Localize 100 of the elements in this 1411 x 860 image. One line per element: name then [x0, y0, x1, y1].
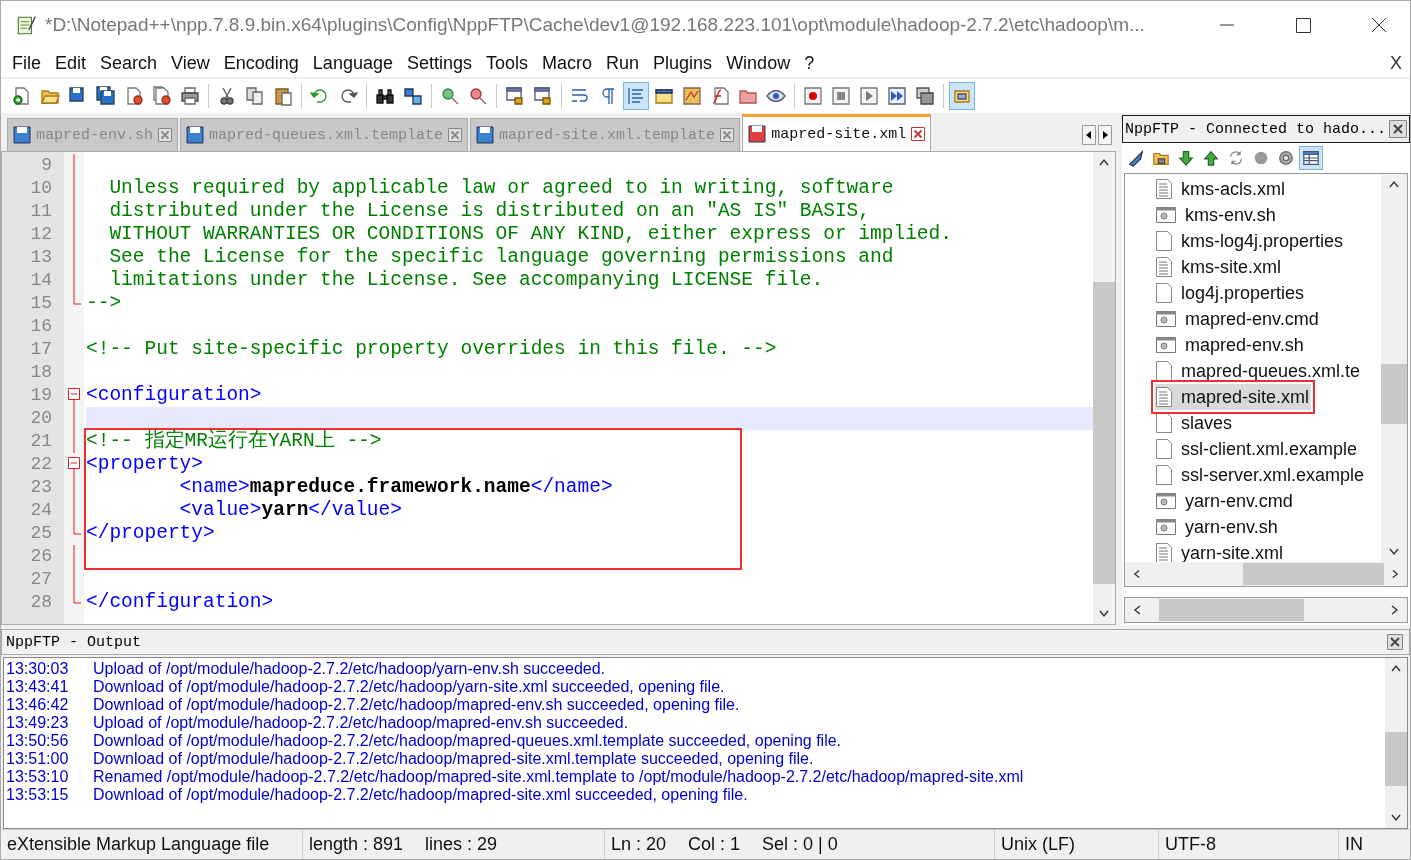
- scroll-up-icon[interactable]: [1389, 180, 1399, 188]
- fold-end-line: [73, 522, 81, 535]
- tree-item[interactable]: yarn-env.cmd: [1155, 488, 1295, 514]
- scroll-left-button[interactable]: [1082, 125, 1096, 145]
- log-message: Upload of /opt/module/hadoop-2.7.2/etc/hadoop/mapred-env.sh succeeded.: [93, 714, 629, 732]
- scrollbar-thumb[interactable]: [1381, 364, 1407, 424]
- file-tab[interactable]: mapred-site.xml: [742, 114, 932, 151]
- tree-item[interactable]: kms-acls.xml: [1155, 176, 1287, 202]
- tree-item[interactable]: log4j.properties: [1155, 280, 1307, 306]
- log-time: 13:51:00: [5, 750, 70, 768]
- log-message: Download of /opt/module/hadoop-2.7.2/etc/hadoop/yarn-site.xml succeeded, opening file.: [93, 678, 725, 696]
- status-text: Sel : 0 | 0: [762, 834, 838, 855]
- close-icon[interactable]: [1389, 120, 1407, 138]
- menu-item[interactable]: View: [164, 52, 217, 74]
- code-text: <name>: [178, 476, 250, 498]
- code-text: distributed under the License is distributed on an "AS IS" BASIS,: [108, 200, 871, 222]
- fold-end-line: [73, 591, 81, 604]
- scrollbar-thumb[interactable]: [1093, 282, 1115, 584]
- line-number: 27: [29, 568, 53, 591]
- code-text: <configuration>: [86, 384, 262, 406]
- tree-item[interactable]: ssl-client.xml.example: [1155, 436, 1360, 462]
- close-icon[interactable]: [1387, 634, 1403, 650]
- menu-item[interactable]: Search: [93, 52, 165, 74]
- menu-item[interactable]: Plugins: [646, 52, 720, 74]
- menu-item[interactable]: Tools: [479, 52, 536, 74]
- scroll-down-icon[interactable]: [1389, 548, 1399, 556]
- scroll-right-icon[interactable]: [1391, 569, 1399, 579]
- scrollbar-thumb[interactable]: [1159, 599, 1304, 621]
- code-text: <property>: [86, 453, 204, 475]
- zoom-out-icon: [468, 86, 488, 106]
- tree-item[interactable]: ssl-server.xml.example: [1155, 462, 1367, 488]
- scrollbar-thumb[interactable]: [1385, 732, 1407, 786]
- menu-item[interactable]: Edit: [48, 52, 94, 74]
- line-number: 19: [29, 384, 53, 407]
- scroll-up-icon[interactable]: [1391, 664, 1401, 672]
- blank-file-icon: [1155, 282, 1173, 304]
- close-file-icon: [124, 86, 144, 106]
- scroll-left-icon[interactable]: [1133, 605, 1141, 615]
- menu-item[interactable]: Language: [305, 52, 400, 74]
- menu-item[interactable]: Macro: [535, 52, 600, 74]
- scrollbar-thumb[interactable]: [1243, 563, 1384, 585]
- vertical-scrollbar[interactable]: [1093, 152, 1115, 624]
- gear-file-icon: [1155, 336, 1177, 354]
- close-document-button[interactable]: X: [1382, 52, 1410, 74]
- scroll-down-icon[interactable]: [1099, 610, 1109, 618]
- windows-icon: [915, 86, 935, 106]
- line-number: 22: [29, 453, 53, 476]
- horizontal-scrollbar[interactable]: [1125, 562, 1407, 586]
- locked-windows-icon: [505, 86, 525, 106]
- tree-item[interactable]: kms-env.sh: [1155, 202, 1278, 228]
- line-number: 12: [29, 223, 53, 246]
- record-icon: [803, 86, 823, 106]
- window-icon: [654, 86, 674, 106]
- scroll-down-icon[interactable]: [1391, 814, 1401, 822]
- status-text: Col : 1: [688, 834, 741, 855]
- line-number: 23: [29, 476, 53, 499]
- code-text: limitations under the License. See accompanying LICENSE file.: [108, 269, 824, 291]
- function-list-icon: [710, 86, 730, 106]
- menu-item[interactable]: Encoding: [216, 52, 306, 74]
- line-number: 24: [29, 499, 53, 522]
- vertical-scrollbar[interactable]: [1385, 658, 1407, 828]
- log-time: 13:50:56: [5, 732, 70, 750]
- scroll-right-button[interactable]: [1098, 125, 1112, 145]
- refresh-icon: [1227, 149, 1245, 167]
- tree-item[interactable]: yarn-site.xml: [1155, 540, 1285, 562]
- log-time: 13:46:42: [5, 696, 70, 714]
- toolbar-button[interactable]: [1299, 146, 1323, 170]
- tree-item[interactable]: mapred-env.cmd: [1155, 306, 1321, 332]
- status-text: Ln : 20: [611, 834, 667, 855]
- binoculars-icon: [375, 86, 395, 106]
- code-text: <!-- 指定MR运行在YARN上 -->: [86, 430, 382, 452]
- tree-item[interactable]: mapred-env.sh: [1155, 332, 1306, 358]
- horizontal-scrollbar[interactable]: [1124, 597, 1408, 623]
- code-text: See the License for the specific language governing permissions and: [108, 246, 894, 268]
- close-icon[interactable]: [911, 127, 926, 141]
- text-file-icon: [1155, 386, 1173, 408]
- scroll-up-icon[interactable]: [1099, 158, 1109, 166]
- tree-item[interactable]: slaves: [1155, 410, 1235, 436]
- tree-item[interactable]: yarn-env.sh: [1155, 514, 1280, 540]
- gear-file-icon: [1155, 206, 1177, 224]
- tree-item[interactable]: kms-site.xml: [1155, 254, 1283, 280]
- plug-icon: [1127, 149, 1145, 167]
- status-text: Unix (LF): [1001, 834, 1075, 855]
- menu-item[interactable]: File: [5, 52, 48, 74]
- vertical-scrollbar[interactable]: [1381, 174, 1407, 562]
- fast-forward-icon: [887, 86, 907, 106]
- code-text: </configuration>: [86, 591, 274, 613]
- menu-item[interactable]: Run: [599, 52, 647, 74]
- log-message: Download of /opt/module/hadoop-2.7.2/etc/hadoop/mapred-env.sh succeeded, opening file.: [93, 696, 740, 714]
- panel-title: NppFTP - Output: [6, 633, 142, 651]
- code-text: -->: [86, 292, 122, 314]
- menu-item[interactable]: Settings: [399, 52, 479, 74]
- menu-item[interactable]: Window: [719, 52, 798, 74]
- tree-item[interactable]: kms-log4j.properties: [1155, 228, 1346, 254]
- printer-icon: [180, 86, 200, 106]
- blank-file-icon: [1155, 438, 1173, 460]
- scroll-left-icon[interactable]: [1133, 569, 1141, 579]
- scroll-right-icon[interactable]: [1391, 605, 1399, 615]
- tree-item[interactable]: mapred-queues.xml.te: [1155, 358, 1363, 384]
- menu-item[interactable]: ?: [797, 52, 822, 74]
